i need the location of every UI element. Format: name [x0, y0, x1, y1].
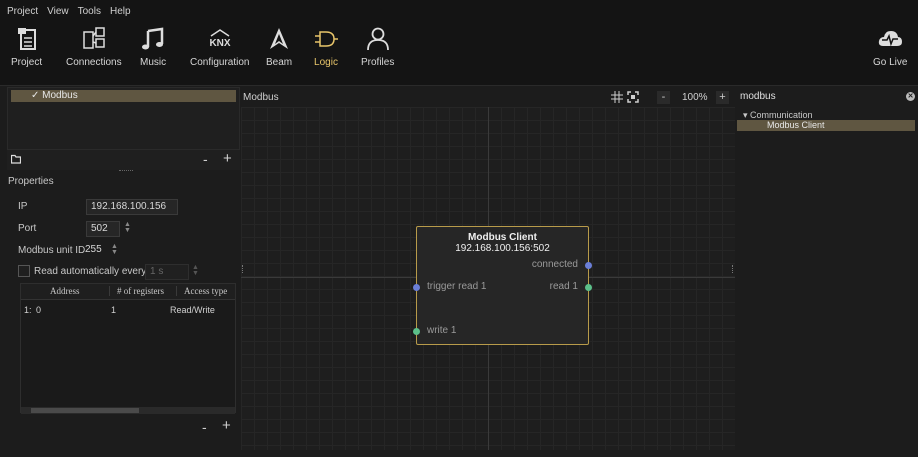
port-read-label: read 1: [549, 281, 578, 292]
project-icon: [17, 28, 36, 50]
app-window: Project View Tools Help Project Connecti…: [0, 0, 918, 457]
toolbar-beam-label: Beam: [266, 57, 293, 68]
port-trigger-label: trigger read 1: [427, 281, 487, 292]
column-registers[interactable]: # of registers: [109, 286, 164, 296]
toolbar-configuration-button[interactable]: KNX Configuration: [190, 26, 249, 68]
beam-icon: [270, 28, 289, 49]
connections-icon: [83, 27, 105, 49]
toolbar-music-button[interactable]: Music: [140, 26, 166, 68]
toolbar-music-label: Music: [140, 57, 167, 68]
toolbar-project-button[interactable]: Project: [11, 26, 42, 68]
tree-item-modbus[interactable]: ✓ Modbus: [11, 90, 236, 102]
go-live-label: Go Live: [873, 57, 908, 68]
port-label: Port: [18, 223, 37, 234]
svg-text:KNX: KNX: [209, 38, 230, 49]
toolbar-configuration-label: Configuration: [190, 57, 250, 68]
library-item-modbus-client[interactable]: Modbus Client: [737, 120, 915, 131]
grid-icon[interactable]: [611, 91, 623, 103]
table-footer: - +: [20, 415, 236, 439]
row-index: 1:: [24, 305, 32, 315]
properties-title: Properties: [8, 176, 54, 187]
go-live-button[interactable]: Go Live: [873, 26, 907, 68]
zoom-out-button[interactable]: -: [657, 91, 670, 104]
read-auto-checkbox[interactable]: [18, 265, 30, 277]
node-title: Modbus Client: [468, 232, 537, 243]
table-header: Address # of registers Access type: [21, 284, 235, 300]
port-field[interactable]: 502: [86, 221, 120, 237]
knx-icon: KNX: [209, 29, 231, 49]
cell-registers[interactable]: 1: [111, 305, 116, 315]
right-splitter-grip[interactable]: [732, 265, 734, 273]
left-panel: ✓ Modbus - + Properties IP 192.168.100.1…: [7, 87, 240, 449]
menu-tools[interactable]: Tools: [78, 6, 101, 17]
canvas-title: Modbus: [243, 92, 279, 103]
tree-footer: - +: [7, 150, 240, 170]
toolbar-profiles-label: Profiles: [361, 57, 395, 68]
fit-view-icon[interactable]: [627, 91, 639, 103]
clear-search-icon[interactable]: ✕: [906, 92, 915, 101]
properties-panel: IP 192.168.100.156 Port 502 ▲ ▼ Modbus un…: [7, 190, 240, 449]
menu-bar: Project View Tools Help: [0, 0, 918, 22]
toolbar-logic-label: Logic: [314, 57, 338, 68]
zoom-level: 100%: [682, 92, 708, 103]
project-tree: ✓ Modbus: [7, 87, 240, 150]
tree-add-button[interactable]: +: [223, 150, 232, 167]
cloud-pulse-icon: [879, 31, 903, 47]
library-search-input[interactable]: modbus: [737, 88, 917, 105]
port-stepper[interactable]: ▲ ▼: [123, 221, 132, 235]
toolbar-logic-button[interactable]: Logic: [313, 26, 339, 68]
unit-id-field[interactable]: 255: [85, 243, 107, 259]
menu-help[interactable]: Help: [110, 6, 131, 17]
toolbar-project-label: Project: [11, 57, 43, 68]
cell-access[interactable]: Read/Write: [170, 305, 215, 315]
tree-remove-button[interactable]: -: [203, 151, 208, 167]
port-read-dot[interactable]: [585, 284, 592, 291]
modbus-client-node[interactable]: Modbus Client 192.168.100.156:502 connec…: [413, 226, 592, 345]
zoom-in-button[interactable]: +: [716, 91, 729, 104]
read-auto-label: Read automatically every: [34, 266, 147, 277]
music-icon: [142, 27, 164, 50]
table-remove-button[interactable]: -: [202, 419, 207, 435]
library-panel: modbus ✕ ▾ Communication Modbus Client: [737, 87, 918, 450]
profiles-icon: [366, 27, 389, 51]
menu-project[interactable]: Project: [7, 6, 38, 17]
port-trigger-dot[interactable]: [413, 284, 420, 291]
logic-icon: [315, 31, 338, 47]
column-address[interactable]: Address: [50, 286, 80, 296]
toolbar-beam-button[interactable]: Beam: [266, 26, 292, 68]
menu-view[interactable]: View: [47, 6, 69, 17]
cell-address[interactable]: 0: [36, 305, 41, 315]
left-splitter-grip[interactable]: [242, 265, 244, 273]
folder-icon[interactable]: [11, 154, 21, 164]
toolbar-connections-label: Connections: [66, 57, 122, 68]
column-access[interactable]: Access type: [176, 286, 227, 296]
node-address: 192.168.100.156:502: [455, 243, 550, 254]
logic-canvas[interactable]: Modbus Client 192.168.100.156:502 connec…: [241, 107, 735, 450]
toolbar-profiles-button[interactable]: Profiles: [361, 26, 394, 68]
unit-id-label: Modbus unit ID: [18, 245, 86, 256]
splitter-handle[interactable]: [119, 170, 133, 173]
read-interval-stepper[interactable]: ▲ ▼: [191, 264, 200, 278]
port-write-label: write 1: [427, 325, 457, 336]
table-hscrollbar[interactable]: [21, 407, 235, 414]
table-add-button[interactable]: +: [222, 417, 231, 434]
read-interval-field[interactable]: 1 s: [145, 264, 189, 280]
toolbar-connections-button[interactable]: Connections: [66, 26, 122, 68]
ip-label: IP: [18, 201, 28, 212]
canvas-header: Modbus - 100% +: [241, 87, 736, 107]
main-toolbar: Project Connections Music KNX Configurat…: [0, 22, 918, 86]
port-write-dot[interactable]: [413, 328, 420, 335]
port-connected-label: connected: [531, 259, 578, 270]
register-table: Address # of registers Access type 1: 0 …: [20, 283, 236, 414]
port-connected-dot[interactable]: [585, 262, 592, 269]
scroll-thumb[interactable]: [31, 408, 139, 413]
unit-id-stepper[interactable]: ▲ ▼: [110, 243, 119, 257]
ip-field[interactable]: 192.168.100.156: [86, 199, 178, 215]
